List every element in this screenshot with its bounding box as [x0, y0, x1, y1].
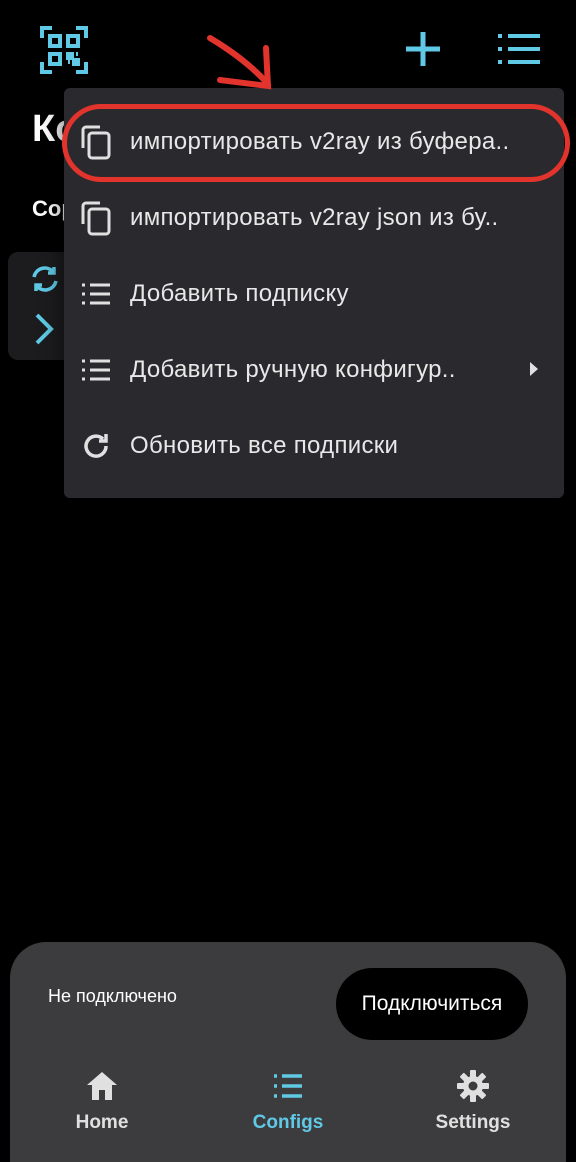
menu-item-label: Добавить ручную конфигур..: [130, 356, 456, 383]
menu-item-import-json[interactable]: импортировать v2ray json из бу..: [64, 180, 564, 256]
menu-item-update-subscriptions[interactable]: Обновить все подписки: [64, 408, 564, 484]
list-icon: [274, 1074, 302, 1098]
nav-home[interactable]: Home: [32, 1066, 172, 1134]
nav-configs-label: Configs: [252, 1112, 324, 1133]
list-icon: [82, 359, 110, 381]
qr-scan-icon: [40, 26, 88, 74]
nav-home-label: Home: [75, 1112, 129, 1133]
submenu-arrow-icon: [530, 362, 538, 376]
list-icon: [82, 283, 110, 305]
menu-item-label: импортировать v2ray json из бу..: [130, 204, 499, 231]
menu-item-add-manual-config[interactable]: Добавить ручную конфигур..: [64, 332, 564, 408]
refresh-icon: [84, 434, 108, 458]
chevron-right-icon: [35, 313, 54, 345]
nav-settings-label: Settings: [435, 1112, 511, 1133]
gear-icon: [457, 1070, 489, 1102]
sync-icon: [32, 266, 58, 292]
annotation-arrow-icon: [207, 35, 272, 90]
copy-icon: [81, 201, 111, 236]
nav-settings[interactable]: Settings: [403, 1066, 543, 1134]
qr-scan-button[interactable]: [40, 26, 88, 74]
menu-item-label: Обновить все подписки: [130, 432, 399, 459]
overflow-menu-button[interactable]: [494, 26, 544, 72]
nav-configs[interactable]: Configs: [218, 1066, 358, 1134]
add-button[interactable]: [400, 26, 446, 72]
plus-icon: [406, 32, 440, 66]
home-icon: [87, 1072, 117, 1100]
list-menu-icon: [498, 34, 540, 64]
menu-item-label: Добавить подписку: [130, 280, 349, 307]
connection-status: Не подключено: [48, 986, 177, 1006]
annotation-highlight-oval: [62, 104, 570, 182]
connect-button[interactable]: Подключиться: [336, 968, 528, 1040]
menu-item-add-subscription[interactable]: Добавить подписку: [64, 256, 564, 332]
